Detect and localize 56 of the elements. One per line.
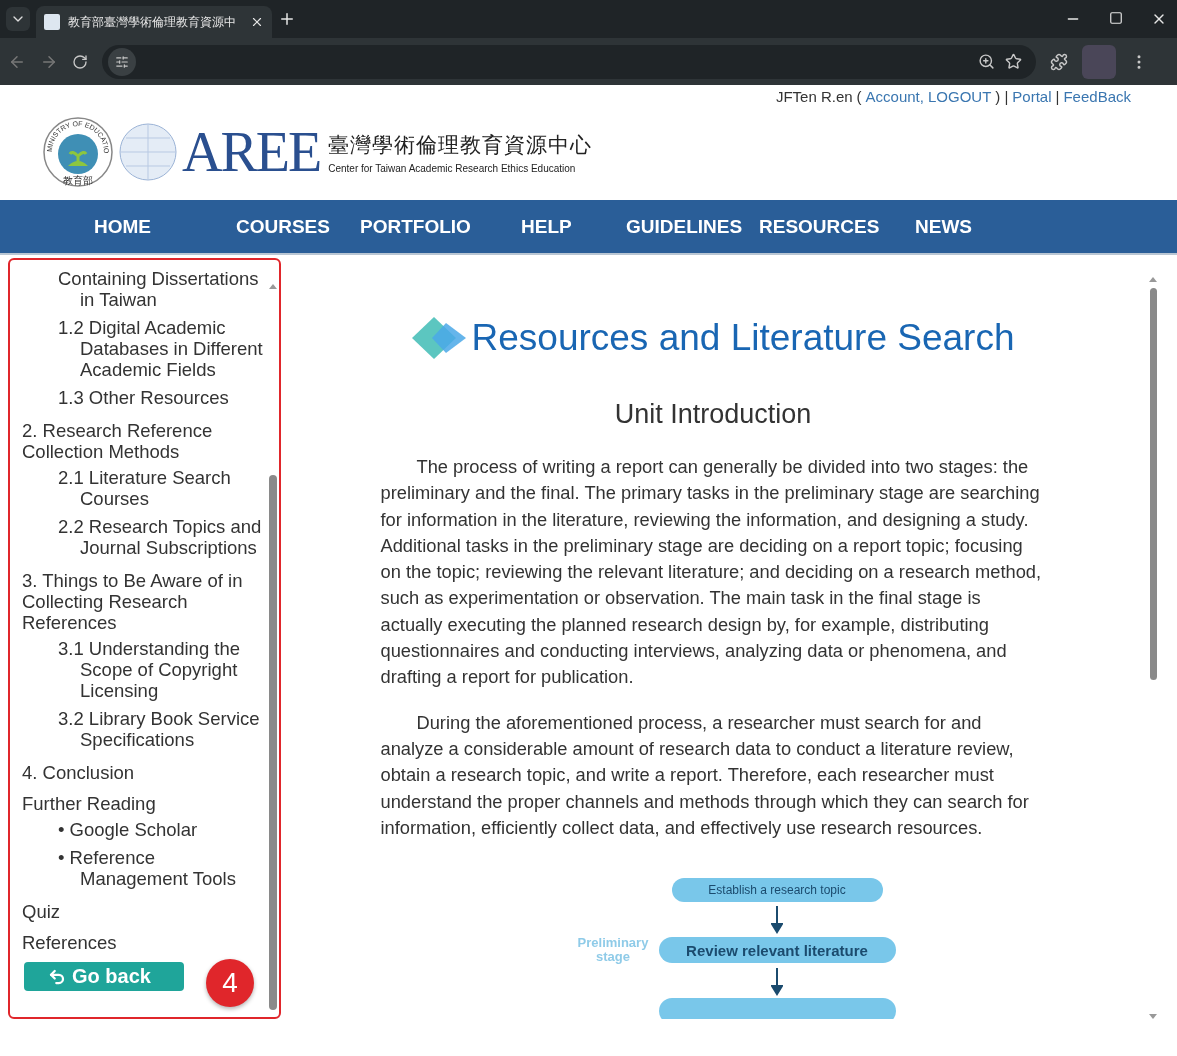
toc-link[interactable]: Further Reading	[22, 793, 267, 814]
new-tab-icon[interactable]	[278, 10, 296, 28]
favicon-icon	[44, 14, 60, 30]
logo-title: 臺灣學術倫理教育資源中心	[328, 131, 593, 159]
header-link[interactable]: LOGOUT	[927, 88, 992, 105]
diamond-icon	[411, 315, 468, 361]
header-link[interactable]: Account,	[865, 88, 924, 105]
user-name: JFTen R.en	[775, 88, 853, 105]
stage-label: Preliminary stage	[576, 936, 650, 965]
tab-title: 教育部臺灣學術倫理教育資源中	[68, 13, 237, 31]
zoom-icon[interactable]	[978, 53, 995, 70]
toc-link[interactable]: 3. Things to Be Aware of in Collecting Research References	[22, 570, 267, 633]
close-icon[interactable]	[250, 15, 264, 29]
tab-list-button[interactable]	[6, 7, 30, 31]
toc-link[interactable]: 2.1 Literature Search Courses	[44, 467, 267, 509]
toc-link[interactable]: 2.2 Research Topics and Journal Subscriptions	[44, 516, 267, 558]
step-badge: 4	[206, 959, 254, 1007]
nav-link[interactable]: HOME	[94, 215, 151, 237]
flowchart-step: Review relevant literature	[658, 937, 896, 964]
nav-link[interactable]: NEWS	[915, 215, 972, 237]
section-heading: Unit Introduction	[614, 399, 812, 430]
bookmark-star-icon[interactable]	[1005, 53, 1022, 70]
toc-link[interactable]: • Reference Management Tools	[44, 847, 267, 889]
maximize-icon[interactable]	[1109, 11, 1123, 25]
toc-link[interactable]: Containing Dissertations in Taiwan	[44, 268, 267, 310]
toc-link[interactable]: 1.2 Digital Academic Databases in Different Academic Fields	[44, 317, 267, 380]
logo-subtitle: Center for Taiwan Academic Research Ethics Education	[328, 162, 577, 174]
header-link[interactable]: Portal	[1012, 88, 1052, 105]
paragraph: The process of writing a report can generally be divided into two stages: the preliminary and the final. The primary tasks in the preliminary stage are searching for information in the literature, reviewing the information, and designing a study. Additional tasks in the preliminary stage are deciding on a report topic; focusing on the topic; reviewing the relevant literature; and deciding on a research method, such as experimentation or observation. The main task in the final stage is actually executing the planned research design by, for example, distributing questionnaires and conducting interviews, analyzing data or phenomena, and drafting a report for publication.	[380, 455, 1043, 690]
separator-text: ) |	[995, 88, 1009, 105]
nav-link[interactable]: RESOURCES	[759, 215, 880, 237]
page-title: Resources and Literature Search	[471, 317, 1015, 359]
toc-link[interactable]: References	[22, 932, 267, 953]
toc-link[interactable]: 3.2 Library Book Service Specifications	[44, 708, 267, 750]
reload-icon[interactable]	[72, 53, 88, 70]
back-arrow-icon	[48, 967, 66, 986]
paragraph: During the aforementioned process, a researcher must search for and analyze a considerable amount of research data to conduct a literature review, obtain a research topic, and write a report. Therefore, each researcher must understand the proper channels and methods through which they can search for information, efficiently collect data, and effectively use research resources.	[380, 710, 1030, 840]
toc-link[interactable]: 4. Conclusion	[22, 762, 267, 783]
nav-link[interactable]: HELP	[521, 215, 572, 237]
flowchart-step: Establish a research topic	[671, 878, 883, 903]
toc-link[interactable]: Quiz	[22, 901, 267, 922]
browser-tab[interactable]: 教育部臺灣學術倫理教育資源中	[36, 6, 272, 38]
toc-link[interactable]: • Google Scholar	[44, 819, 267, 840]
extensions-icon[interactable]	[1050, 52, 1068, 71]
separator-text: (	[856, 88, 862, 105]
toc-link[interactable]: 1.3 Other Resources	[44, 387, 267, 408]
site-settings-icon[interactable]	[108, 47, 136, 76]
header-link[interactable]: FeedBack	[1063, 88, 1131, 105]
separator-text: |	[1055, 88, 1060, 105]
globe-icon	[118, 122, 178, 182]
toc-link[interactable]: 3.1 Understanding the Scope of Copyright Licensing	[44, 638, 267, 701]
nav-link[interactable]: GUIDELINES	[626, 215, 743, 237]
nav-link[interactable]: PORTFOLIO	[360, 215, 471, 237]
nav-link[interactable]: COURSES	[236, 215, 330, 237]
logo-mark: AREE	[182, 124, 321, 180]
toc-link[interactable]: 2. Research Reference Collection Methods	[22, 420, 267, 462]
